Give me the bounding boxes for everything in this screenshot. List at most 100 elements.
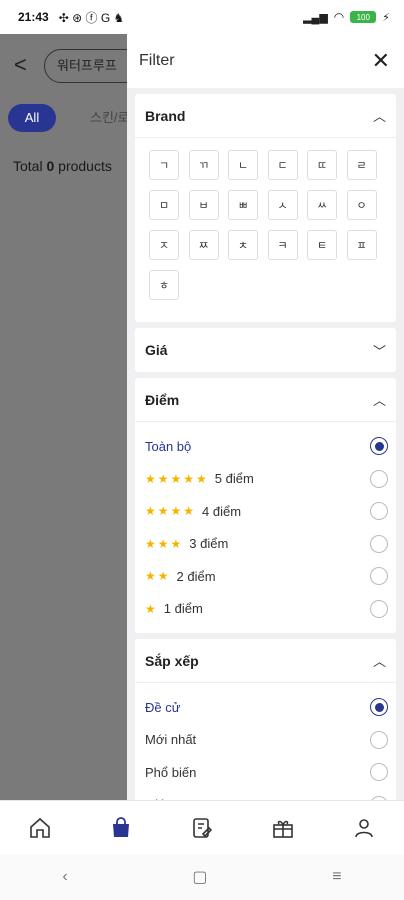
tab-all[interactable]: All [8,104,56,132]
radio-button[interactable] [370,469,388,488]
charging-icon: ⚡ [382,11,390,24]
brand-chip[interactable]: ㅉ [188,230,219,260]
sort-option[interactable]: Phổ biến [135,756,396,789]
price-header[interactable]: Giá ﹀ [135,328,396,372]
system-home-icon[interactable]: ▢ [192,867,207,887]
rating-option-content: ★★★★ 4 điểm [145,504,241,519]
sort-title: Sắp xếp [145,652,199,669]
brand-chip[interactable]: ㅂ [188,190,219,220]
brand-chip[interactable]: ㄱ [149,150,179,180]
rating-title: Điểm [145,391,180,408]
sort-section: Sắp xếp ︿ Đề cử Mới nhất Phổ biến Giá cao [135,639,396,800]
star-icons: ★ [145,601,158,616]
rating-option[interactable]: ★★★ 3 điểm [135,528,396,561]
star-icons: ★★ [145,569,171,584]
star-icons: ★★★ [145,536,184,551]
sort-option-label: Đề cử [145,699,181,715]
brand-chip[interactable]: ㅈ [149,230,179,260]
wifi-icon: ◠ [333,10,345,24]
rating-option[interactable]: ★★★★ 4 điểm [135,495,396,528]
home-icon[interactable] [20,808,60,848]
brand-header[interactable]: Brand ︿ [135,94,396,138]
sort-option[interactable]: Giá cao [135,789,396,800]
radio-button[interactable] [370,698,388,717]
rating-option-label: 3 điểm [189,536,229,552]
sort-option-label: Phổ biến [145,764,197,780]
filter-header: Filter ✕ [127,34,404,88]
star-icons: ★★★★★ [145,471,209,486]
shopping-bag-icon[interactable] [101,808,141,848]
brand-section: Brand ︿ ㄱㄲㄴㄷㄸㄹㅁㅂㅃㅅㅆㅇㅈㅉㅊㅋㅌㅍㅎ [135,94,396,322]
chevron-up-icon: ︿ [372,654,386,669]
sort-options: Đề cử Mới nhất Phổ biến Giá cao [135,683,396,800]
brand-grid: ㄱㄲㄴㄷㄸㄹㅁㅂㅃㅅㅆㅇㅈㅉㅊㅋㅌㅍㅎ [135,138,396,322]
gift-icon[interactable] [263,808,303,848]
star-icons: ★★★★ [145,504,197,519]
rating-options: Toàn bộ ★★★★★ 5 điểm ★★★★ 4 điểm ★★★ 3 điểm ★★ 2… [135,422,396,633]
rating-option[interactable]: Toàn bộ [135,430,396,463]
rating-option-label: 1 điểm [163,601,203,617]
brand-chip[interactable]: ㅊ [228,230,258,260]
price-section: Giá ﹀ [135,328,396,372]
price-title: Giá [145,342,168,358]
sort-option[interactable]: Mới nhất [135,724,396,757]
back-icon[interactable]: < [14,52,27,78]
brand-chip[interactable]: ㄸ [307,150,337,180]
filter-title: Filter [139,52,175,69]
sort-option[interactable]: Đề cử [135,691,396,724]
radio-button[interactable] [370,599,388,618]
radio-button[interactable] [370,502,388,521]
brand-chip[interactable]: ㅇ [346,190,377,220]
brand-chip[interactable]: ㄹ [346,150,377,180]
rating-option-content: ★★★ 3 điểm [145,536,228,551]
brand-chip[interactable]: ㅃ [228,190,258,220]
bottom-nav [0,800,404,854]
close-icon[interactable]: ✕ [372,50,390,72]
brand-chip[interactable]: ㅁ [149,190,179,220]
brand-chip[interactable]: ㄴ [228,150,258,180]
battery-icon: 100 [350,11,377,23]
brand-chip[interactable]: ㅍ [346,230,377,260]
notification-icons: ✣ ⊛ ⓕ G ♞ [58,10,125,25]
chevron-up-icon: ︿ [372,393,386,408]
rating-option[interactable]: ★ 1 điểm [135,593,396,626]
radio-button[interactable] [370,567,388,586]
rating-section: Điểm ︿ Toàn bộ ★★★★★ 5 điểm ★★★★ 4 điểm ★★★ 3 … [135,378,396,633]
radio-button[interactable] [370,437,388,456]
total-prefix: Total [13,158,47,174]
total-suffix: products [54,158,112,174]
filter-drawer: Filter ✕ Brand ︿ ㄱㄲㄴㄷㄸㄹㅁㅂㅃㅅㅆㅇㅈㅉㅊㅋㅌㅍㅎ Giá… [127,34,404,800]
radio-button[interactable] [370,763,388,782]
brand-chip[interactable]: ㅌ [307,230,337,260]
rating-option-label: 4 điểm [202,503,242,519]
rating-option-content: ★★★★★ 5 điểm [145,471,254,486]
system-menu-icon[interactable]: ≡ [332,868,341,886]
rating-option-label: 2 điểm [176,568,216,584]
rating-option-content: ★★ 2 điểm [145,569,216,584]
rating-option-label: 5 điểm [214,471,254,487]
brand-chip[interactable]: ㅅ [267,190,298,220]
total-products: Total 0 products [13,158,112,174]
system-nav: ‹ ▢ ≡ [0,854,404,900]
brand-chip[interactable]: ㅆ [307,190,337,220]
brand-chip[interactable]: ㅎ [149,270,179,300]
radio-button[interactable] [370,730,388,749]
radio-button[interactable] [370,534,388,553]
sort-header[interactable]: Sắp xếp ︿ [135,639,396,683]
tab-skincare[interactable]: 스킨/로 [90,104,130,132]
brand-chip[interactable]: ㅋ [267,230,298,260]
rating-option[interactable]: ★★★★★ 5 điểm [135,463,396,496]
profile-icon[interactable] [344,808,384,848]
status-time: 21:43 [18,10,49,24]
chevron-up-icon: ︿ [372,109,386,124]
brand-chip[interactable]: ㄷ [267,150,298,180]
chevron-down-icon: ﹀ [372,343,386,359]
rating-header[interactable]: Điểm ︿ [135,378,396,422]
rating-option[interactable]: ★★ 2 điểm [135,560,396,593]
category-tabs: All 스킨/로 [8,104,130,132]
notes-icon[interactable] [182,808,222,848]
brand-chip[interactable]: ㄲ [188,150,219,180]
status-bar: 21:43 ✣ ⊛ ⓕ G ♞ ▂▄▆ ◠ 100 ⚡ [0,0,404,34]
system-back-icon[interactable]: ‹ [62,868,67,886]
rating-option-label: Toàn bộ [145,438,192,454]
